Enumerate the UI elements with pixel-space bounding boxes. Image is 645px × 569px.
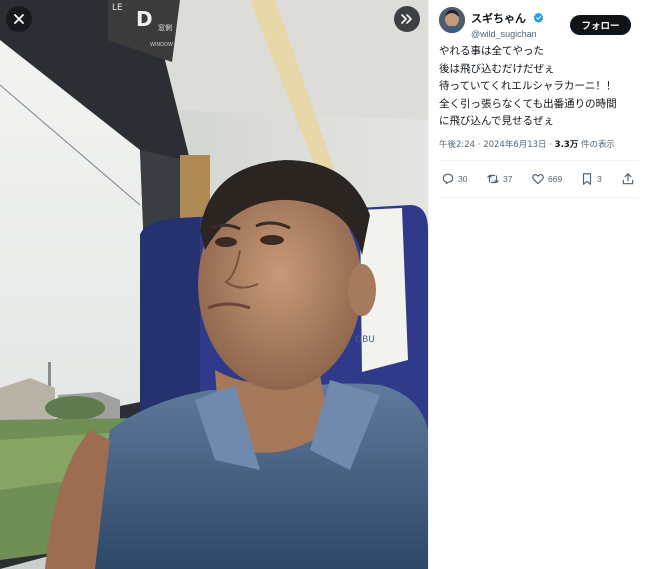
bookmark-icon bbox=[582, 173, 592, 185]
view-count-label: 件の表示 bbox=[580, 140, 615, 150]
divider bbox=[439, 197, 639, 198]
double-chevron-right-icon bbox=[401, 14, 412, 24]
view-count: 3.3万 bbox=[554, 140, 579, 150]
reply-button[interactable]: 30 bbox=[441, 170, 467, 188]
like-count: 669 bbox=[548, 174, 563, 184]
repost-button[interactable]: 37 bbox=[486, 170, 512, 188]
divider bbox=[439, 160, 639, 161]
meta-separator: · bbox=[477, 140, 481, 150]
heart-icon bbox=[532, 174, 544, 185]
like-button[interactable]: 669 bbox=[531, 170, 562, 188]
media-viewer: LE D 窓側 WINDOW OBU bbox=[0, 0, 428, 569]
author-header: スギちゃん @wild_sugichan フォロー bbox=[439, 7, 639, 39]
post-detail-panel: スギちゃん @wild_sugichan フォロー やれる事は全てやった 後は飛… bbox=[428, 0, 645, 569]
post-photo: LE D 窓側 WINDOW OBU bbox=[0, 0, 428, 569]
close-icon bbox=[14, 14, 24, 24]
bookmark-count: 3 bbox=[597, 174, 602, 184]
share-button[interactable] bbox=[621, 170, 638, 188]
svg-text:窓側: 窓側 bbox=[158, 23, 172, 32]
svg-text:LE: LE bbox=[112, 3, 123, 13]
avatar-image bbox=[439, 7, 465, 33]
action-bar: 30 37 669 3 bbox=[439, 170, 639, 190]
repost-count: 37 bbox=[503, 174, 513, 184]
svg-text:WINDOW: WINDOW bbox=[150, 42, 173, 48]
svg-text:OBU: OBU bbox=[355, 335, 375, 345]
verified-badge-icon bbox=[533, 8, 544, 27]
expand-panel-button[interactable] bbox=[394, 6, 420, 32]
repost-icon bbox=[487, 174, 499, 184]
bookmark-button[interactable]: 3 bbox=[580, 170, 602, 188]
post-meta: 午後2:24 · 2024年6月13日 · 3.3万 件の表示 bbox=[439, 138, 644, 150]
post-time[interactable]: 午後2:24 bbox=[439, 140, 475, 150]
display-name[interactable]: スギちゃん bbox=[471, 10, 526, 26]
avatar[interactable] bbox=[439, 7, 465, 33]
user-handle[interactable]: @wild_sugichan bbox=[471, 29, 544, 39]
follow-button[interactable]: フォロー bbox=[570, 15, 631, 35]
post-date[interactable]: 2024年6月13日 bbox=[483, 140, 546, 150]
meta-separator: · bbox=[549, 140, 552, 150]
share-icon bbox=[622, 173, 634, 185]
close-button[interactable] bbox=[6, 6, 32, 32]
post-text: やれる事は全てやった 後は飛び込むだけだぜぇ 待っていてくれエルシャラカーニ！！… bbox=[439, 45, 617, 127]
reply-count: 30 bbox=[458, 174, 468, 184]
reply-icon bbox=[442, 173, 454, 185]
svg-text:D: D bbox=[136, 7, 153, 31]
